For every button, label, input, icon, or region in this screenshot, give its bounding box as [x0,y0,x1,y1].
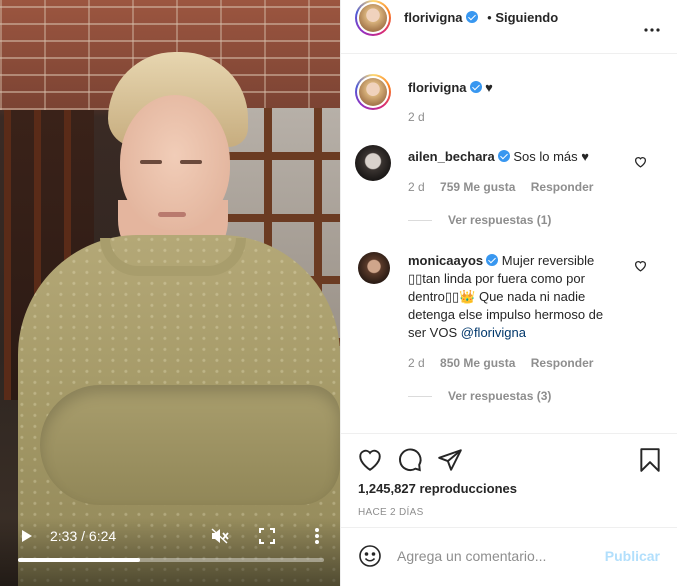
reply-button[interactable]: Responder [531,356,594,370]
right-eye [180,160,202,164]
comment-body: ailen_bechara Sos lo más ♥ [408,148,628,166]
fullscreen-icon[interactable] [259,528,275,544]
verified-badge-icon [469,81,482,93]
comment-text-line: dentro▯▯👑 Que nada ni nadie [408,289,586,304]
face [120,95,230,230]
header-username[interactable]: florivigna [404,10,463,25]
verified-badge-icon [486,254,499,266]
post-sidebar: florivigna • Siguiendo florivigna ♥ 2 d … [340,0,677,586]
header-avatar[interactable] [355,0,391,36]
comment-text-line: ser VOS [408,325,461,340]
caption-username[interactable]: florivigna [408,80,467,95]
avatar [359,78,387,106]
comment-text-line: ▯▯tan linda por fuera como por [408,271,585,286]
avatar [355,145,391,181]
sweater-collar [100,238,246,276]
comments-list[interactable]: florivigna ♥ 2 d ailen_bechara Sos lo má… [341,55,677,433]
comment-avatar[interactable] [355,145,391,181]
like-comment-heart-icon[interactable] [634,156,647,168]
view-replies-button[interactable]: Ver respuestas (3) [408,389,551,403]
video-progress-bar[interactable] [18,558,324,562]
video-progress-fill [18,558,140,562]
post-date: HACE 2 DÍAS [358,507,424,518]
comment-text-line: Mujer reversible [501,253,595,268]
avatar [359,4,387,32]
comment-time: 2 d [408,356,425,370]
comment-input[interactable] [397,544,597,568]
caption-avatar[interactable] [355,74,391,110]
reply-button[interactable]: Responder [531,180,594,194]
comment-meta: 2 d 850 Me gusta Responder [408,356,593,370]
verified-badge-icon [465,11,478,23]
comment-username[interactable]: monicaayos [408,253,483,268]
play-icon[interactable] [22,530,32,542]
view-count[interactable]: 1,245,827 reproducciones [358,481,517,496]
left-eye [140,160,162,164]
mention-link[interactable]: @florivigna [461,325,526,340]
separator-dot: • [487,10,492,25]
more-horizontal-icon[interactable] [644,19,660,37]
post-comment-button[interactable]: Publicar [605,548,660,564]
video-time: 2:33 / 6:24 [50,528,117,544]
comment-body: monicaayos Mujer reversible ▯▯tan linda … [408,252,630,342]
following-button[interactable]: Siguiendo [495,10,558,25]
emoji-smiley-icon[interactable] [358,544,382,568]
comment-text-line: detenga else impulso hermoso de [408,307,604,322]
share-paper-plane-icon[interactable] [437,447,463,473]
comment-likes[interactable]: 759 Me gusta [440,180,515,194]
muted-speaker-icon[interactable] [211,528,229,544]
view-replies-button[interactable]: Ver respuestas (1) [408,213,551,227]
mouth [158,212,186,217]
post-actions: 1,245,827 reproducciones HACE 2 DÍAS [341,433,677,527]
comment-username[interactable]: ailen_bechara [408,149,495,164]
verified-badge-icon [497,150,510,162]
more-vertical-icon[interactable] [309,527,325,545]
caption: florivigna ♥ [408,79,493,97]
post-header: florivigna • Siguiendo [341,0,677,54]
comment-bubble-icon[interactable] [397,447,423,473]
like-comment-heart-icon[interactable] [634,260,647,272]
video-player[interactable]: 2:33 / 6:24 [0,0,340,586]
comment-text: Sos lo más ♥ [513,149,589,164]
comment-likes[interactable]: 850 Me gusta [440,356,515,370]
caption-text: ♥ [485,80,493,95]
comment-meta: 2 d 759 Me gusta Responder [408,180,593,194]
crossed-arms [40,385,340,505]
comment-avatar[interactable] [358,252,390,284]
caption-time: 2 d [408,110,425,124]
save-bookmark-icon[interactable] [637,447,663,473]
add-comment-form: Publicar [341,527,677,586]
comment-time: 2 d [408,180,425,194]
like-heart-icon[interactable] [357,447,383,473]
